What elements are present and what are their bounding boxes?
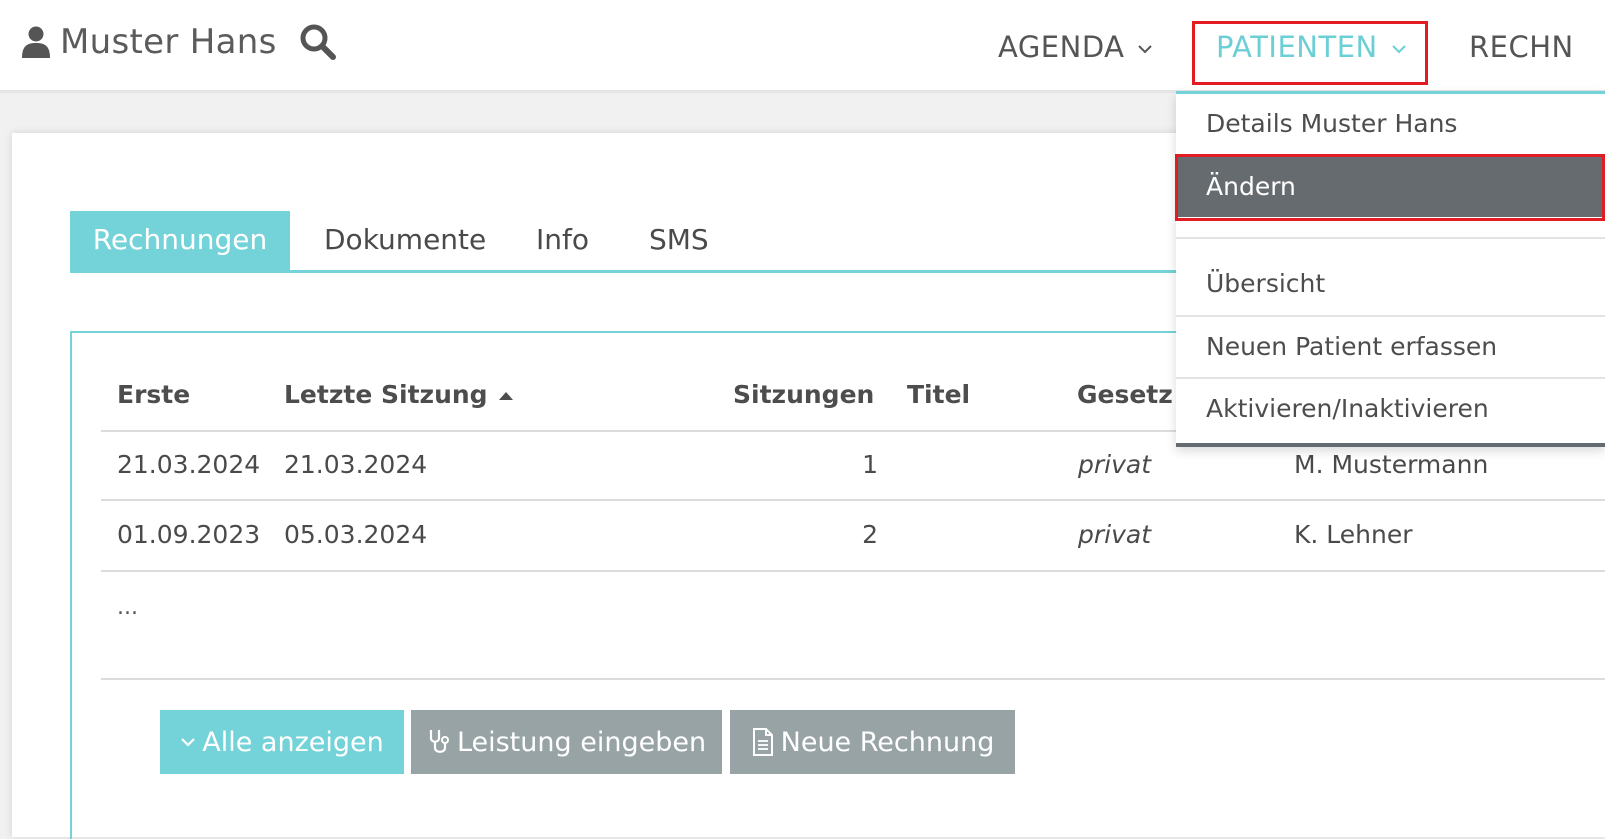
column-header-erste[interactable]: Erste xyxy=(117,380,190,409)
chevron-down-icon xyxy=(181,738,196,747)
nav-agenda-label: AGENDA xyxy=(998,30,1125,64)
new-invoice-button[interactable]: Neue Rechnung xyxy=(730,710,1015,774)
document-icon xyxy=(752,728,773,756)
show-all-label: Alle anzeigen xyxy=(202,726,384,758)
cell-erste: 01.09.2023 xyxy=(117,520,261,549)
cell-letzte-sitzung: 05.03.2024 xyxy=(284,520,428,549)
patienten-dropdown-menu: Details Muster Hans Ändern Übersicht Neu… xyxy=(1176,91,1605,447)
menu-item-aendern[interactable]: Ändern xyxy=(1176,157,1605,217)
column-header-sitzungen[interactable]: Sitzungen xyxy=(733,380,874,409)
enter-service-label: Leistung eingeben xyxy=(456,726,707,758)
more-rows-indicator: ... xyxy=(117,595,138,620)
nav-patienten[interactable]: PATIENTEN xyxy=(1216,30,1406,64)
stethoscope-icon xyxy=(429,730,449,753)
menu-item-uebersicht[interactable]: Übersicht xyxy=(1176,254,1605,314)
menu-item-details[interactable]: Details Muster Hans xyxy=(1176,94,1605,154)
cell-letzte-sitzung: 21.03.2024 xyxy=(284,450,428,479)
top-bar: Muster Hans AGENDA PATIENTEN RECHN xyxy=(0,0,1605,93)
show-all-button[interactable]: Alle anzeigen xyxy=(160,710,404,774)
nav-rechnungen[interactable]: RECHN xyxy=(1469,30,1574,64)
tab-dokumente[interactable]: Dokumente xyxy=(324,211,486,270)
cell-erste: 21.03.2024 xyxy=(117,450,261,479)
tab-sms[interactable]: SMS xyxy=(649,211,709,270)
column-header-titel[interactable]: Titel xyxy=(907,380,970,409)
sort-ascending-icon xyxy=(498,392,513,400)
user-icon xyxy=(22,26,50,58)
cell-sitzungen: 1 xyxy=(862,450,878,479)
cell-sitzungen: 2 xyxy=(862,520,878,549)
table-footer-divider xyxy=(101,678,1605,680)
menu-divider xyxy=(1176,237,1605,239)
search-icon[interactable] xyxy=(300,24,336,60)
menu-item-aktivieren[interactable]: Aktivieren/Inaktivieren xyxy=(1176,379,1605,439)
cell-person: K. Lehner xyxy=(1294,520,1413,549)
cell-gesetz: privat xyxy=(1078,450,1152,479)
nav-rechnungen-label: RECHN xyxy=(1469,30,1574,64)
enter-service-button[interactable]: Leistung eingeben xyxy=(411,710,722,774)
tab-info[interactable]: Info xyxy=(536,211,589,270)
chevron-down-icon xyxy=(1138,45,1153,54)
row-divider xyxy=(101,499,1605,501)
column-header-letzte-sitzung-label: Letzte Sitzung xyxy=(284,380,488,409)
user-name: Muster Hans xyxy=(60,22,277,62)
menu-item-neuen-patient[interactable]: Neuen Patient erfassen xyxy=(1176,317,1605,377)
column-header-letzte-sitzung[interactable]: Letzte Sitzung xyxy=(284,380,514,409)
chevron-down-icon xyxy=(1392,45,1406,54)
nav-agenda[interactable]: AGENDA xyxy=(998,30,1153,64)
new-invoice-label: Neue Rechnung xyxy=(780,726,995,758)
user-display[interactable]: Muster Hans xyxy=(22,20,277,64)
cell-person: M. Mustermann xyxy=(1294,450,1489,479)
column-header-gesetz[interactable]: Gesetz xyxy=(1077,380,1173,409)
row-divider xyxy=(101,570,1605,572)
tab-rechnungen[interactable]: Rechnungen xyxy=(70,211,290,270)
nav-patienten-label: PATIENTEN xyxy=(1216,30,1378,64)
cell-gesetz: privat xyxy=(1078,520,1152,549)
